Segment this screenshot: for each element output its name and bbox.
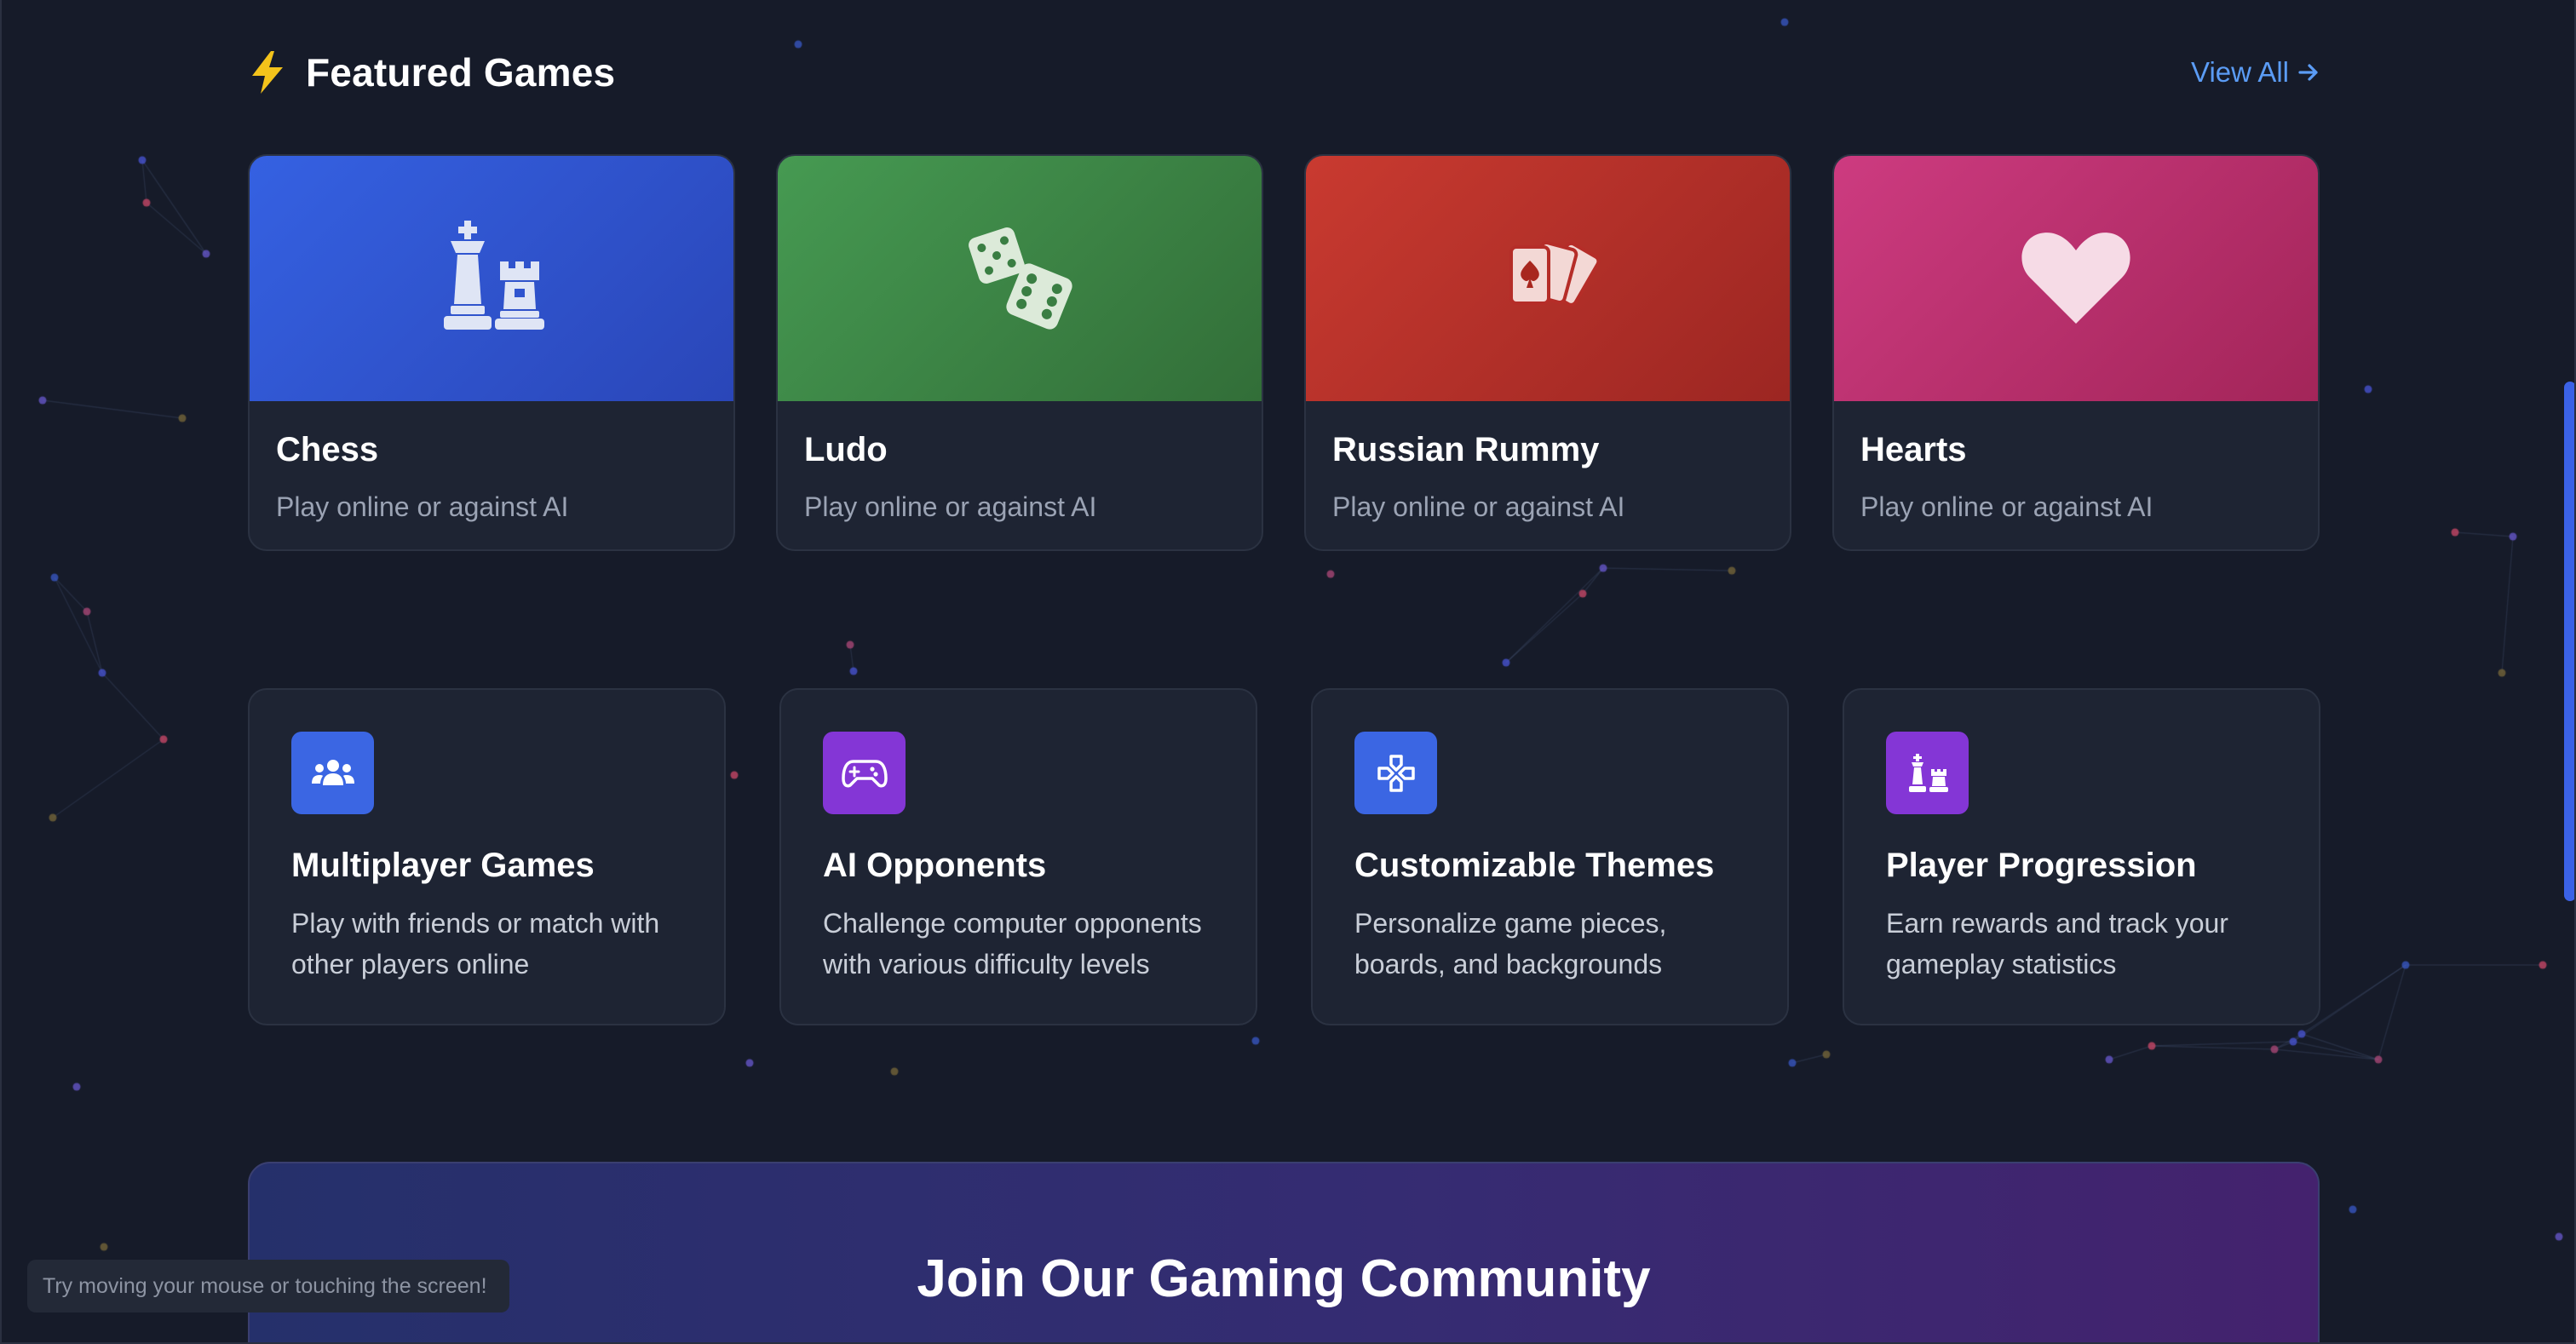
- game-subtitle: Play online or against AI: [1332, 491, 1625, 522]
- game-banner: [1306, 156, 1790, 401]
- feature-title: Player Progression: [1886, 847, 2197, 884]
- chess-pieces-icon: [1886, 732, 1969, 814]
- game-title: Russian Rummy: [1332, 431, 1600, 468]
- feature-description: Personalize game pieces, boards, and bac…: [1354, 908, 1667, 979]
- game-subtitle: Play online or against AI: [276, 491, 569, 522]
- game-banner: [250, 156, 733, 401]
- feature-card-ai-opponents: AI Opponents Challenge computer opponent…: [779, 688, 1257, 1025]
- gamepad-icon: [823, 732, 906, 814]
- game-card-ludo[interactable]: Ludo Play online or against AI: [776, 154, 1263, 551]
- view-all-label: View All: [2191, 56, 2289, 88]
- dpad-icon: [1354, 732, 1437, 814]
- game-title: Ludo: [804, 431, 888, 468]
- game-title: Hearts: [1860, 431, 1967, 468]
- game-card-russian-rummy[interactable]: Russian Rummy Play online or against AI: [1304, 154, 1791, 551]
- users-icon: [291, 732, 374, 814]
- chess-icon: [444, 221, 544, 330]
- feature-title: AI Opponents: [823, 847, 1047, 884]
- game-title: Chess: [276, 431, 379, 468]
- community-banner: Join Our Gaming Community: [248, 1162, 2320, 1342]
- interaction-hint: Try moving your mouse or touching the sc…: [27, 1260, 509, 1312]
- feature-title: Multiplayer Games: [291, 847, 595, 884]
- heart-icon: [2021, 233, 2130, 324]
- game-banner: [778, 156, 1262, 401]
- community-title: Join Our Gaming Community: [917, 1249, 1651, 1308]
- feature-card-player-progression: Player Progression Earn rewards and trac…: [1843, 688, 2320, 1025]
- game-card-chess[interactable]: Chess Play online or against AI: [248, 154, 735, 551]
- scrollbar-thumb[interactable]: [2564, 382, 2574, 901]
- game-banner: [1834, 156, 2318, 401]
- game-subtitle: Play online or against AI: [804, 491, 1097, 522]
- app-window: Featured Games View All Chess Play onlin…: [0, 0, 2576, 1344]
- cards-icon: [1509, 241, 1601, 307]
- game-subtitle: Play online or against AI: [1860, 491, 2153, 522]
- section-title: Featured Games: [248, 43, 615, 102]
- feature-description: Challenge computer opponents with variou…: [823, 908, 1202, 979]
- dice-icon: [969, 227, 1072, 330]
- featured-games-header: Featured Games View All: [248, 43, 2320, 102]
- feature-card-customizable-themes: Customizable Themes Personalize game pie…: [1311, 688, 1789, 1025]
- game-card-hearts[interactable]: Hearts Play online or against AI: [1832, 154, 2320, 551]
- view-all-link[interactable]: View All: [2191, 43, 2320, 102]
- feature-description: Play with friends or match with other pl…: [291, 908, 660, 979]
- feature-description: Earn rewards and track your gameplay sta…: [1886, 908, 2228, 979]
- feature-title: Customizable Themes: [1354, 847, 1715, 884]
- bolt-icon: [252, 51, 283, 94]
- feature-card-multiplayer: Multiplayer Games Play with friends or m…: [248, 688, 726, 1025]
- arrow-right-icon: [2298, 64, 2318, 81]
- section-title-text: Featured Games: [306, 50, 616, 95]
